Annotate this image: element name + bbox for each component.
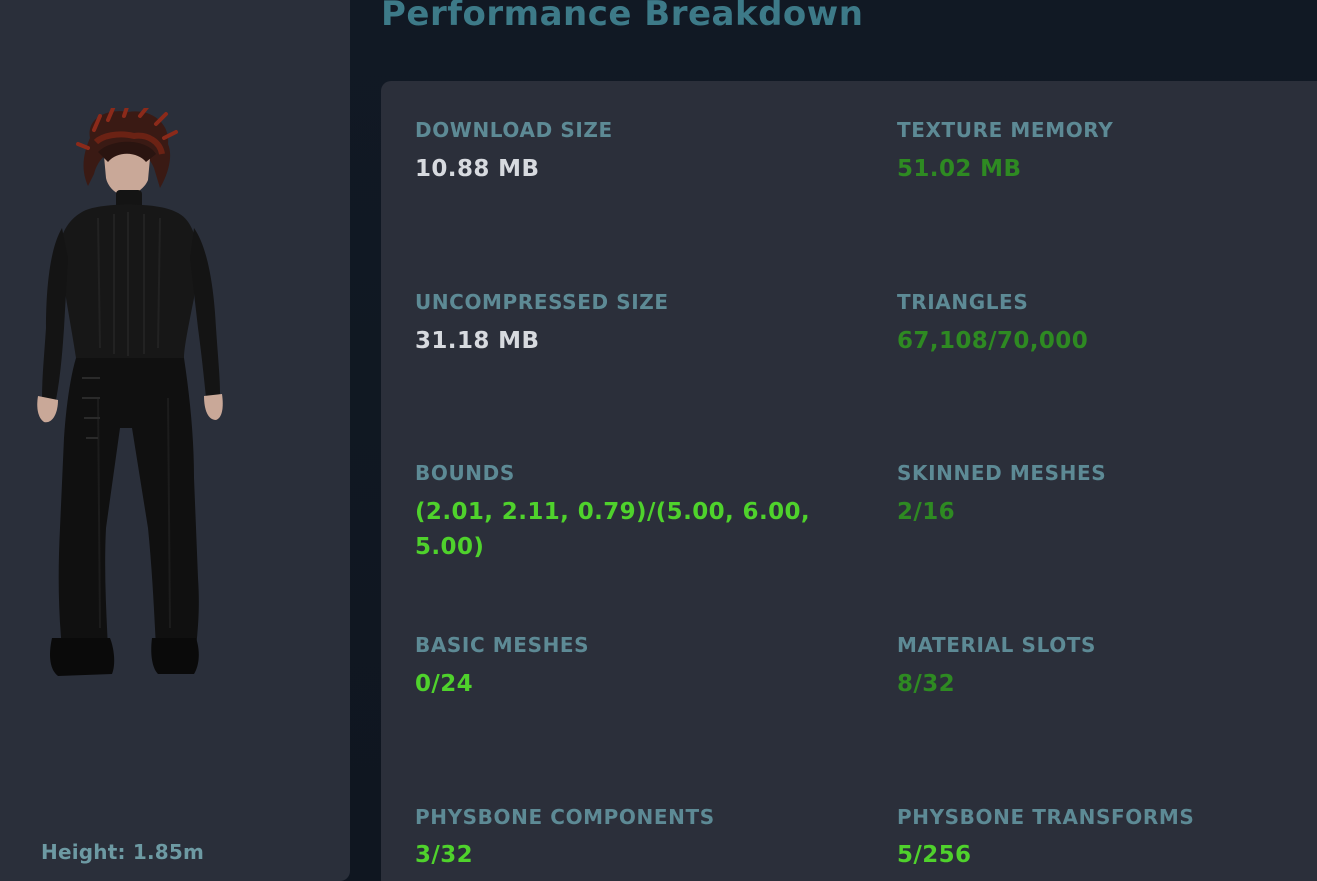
- stat-value-triangles: 67,108/70,000: [897, 328, 1089, 354]
- stat-value-uncompressed-size: 31.18 MB: [415, 328, 540, 354]
- stat-label-download-size: DOWNLOAD SIZE: [415, 118, 613, 142]
- stat-value-skinned-meshes: 2/16: [897, 499, 956, 525]
- stat-label-skinned-meshes: SKINNED MESHES: [897, 461, 1107, 485]
- performance-screen: Height: 1.85m Performance Breakdown DOWN…: [0, 0, 1317, 881]
- stat-label-uncompressed-size: UNCOMPRESSED SIZE: [415, 290, 669, 314]
- stat-value-material-slots: 8/32: [897, 671, 956, 697]
- stat-value-download-size: 10.88 MB: [415, 156, 540, 182]
- performance-stats-card: [381, 81, 1317, 881]
- stat-label-physbone-transforms: PHYSBONE TRANSFORMS: [897, 805, 1195, 829]
- stat-label-material-slots: MATERIAL SLOTS: [897, 633, 1097, 657]
- stat-value-texture-memory: 51.02 MB: [897, 156, 1022, 182]
- stat-label-bounds: BOUNDS: [415, 461, 515, 485]
- avatar-model-image: [37, 108, 223, 676]
- stat-value-physbone-transforms: 5/256: [897, 842, 972, 868]
- page-title: Performance Breakdown: [381, 0, 864, 34]
- avatar-preview-panel[interactable]: Height: 1.85m: [0, 0, 350, 881]
- stat-value-basic-meshes: 0/24: [415, 671, 474, 697]
- avatar-height-label: Height: 1.85m: [41, 840, 205, 864]
- stat-label-basic-meshes: BASIC MESHES: [415, 633, 590, 657]
- stat-value-bounds: (2.01, 2.11, 0.79)/(5.00, 6.00, 5.00): [415, 499, 811, 560]
- stat-label-triangles: TRIANGLES: [897, 290, 1029, 314]
- stat-value-physbone-components: 3/32: [415, 842, 474, 868]
- stat-label-texture-memory: TEXTURE MEMORY: [897, 118, 1114, 142]
- stat-label-physbone-components: PHYSBONE COMPONENTS: [415, 805, 715, 829]
